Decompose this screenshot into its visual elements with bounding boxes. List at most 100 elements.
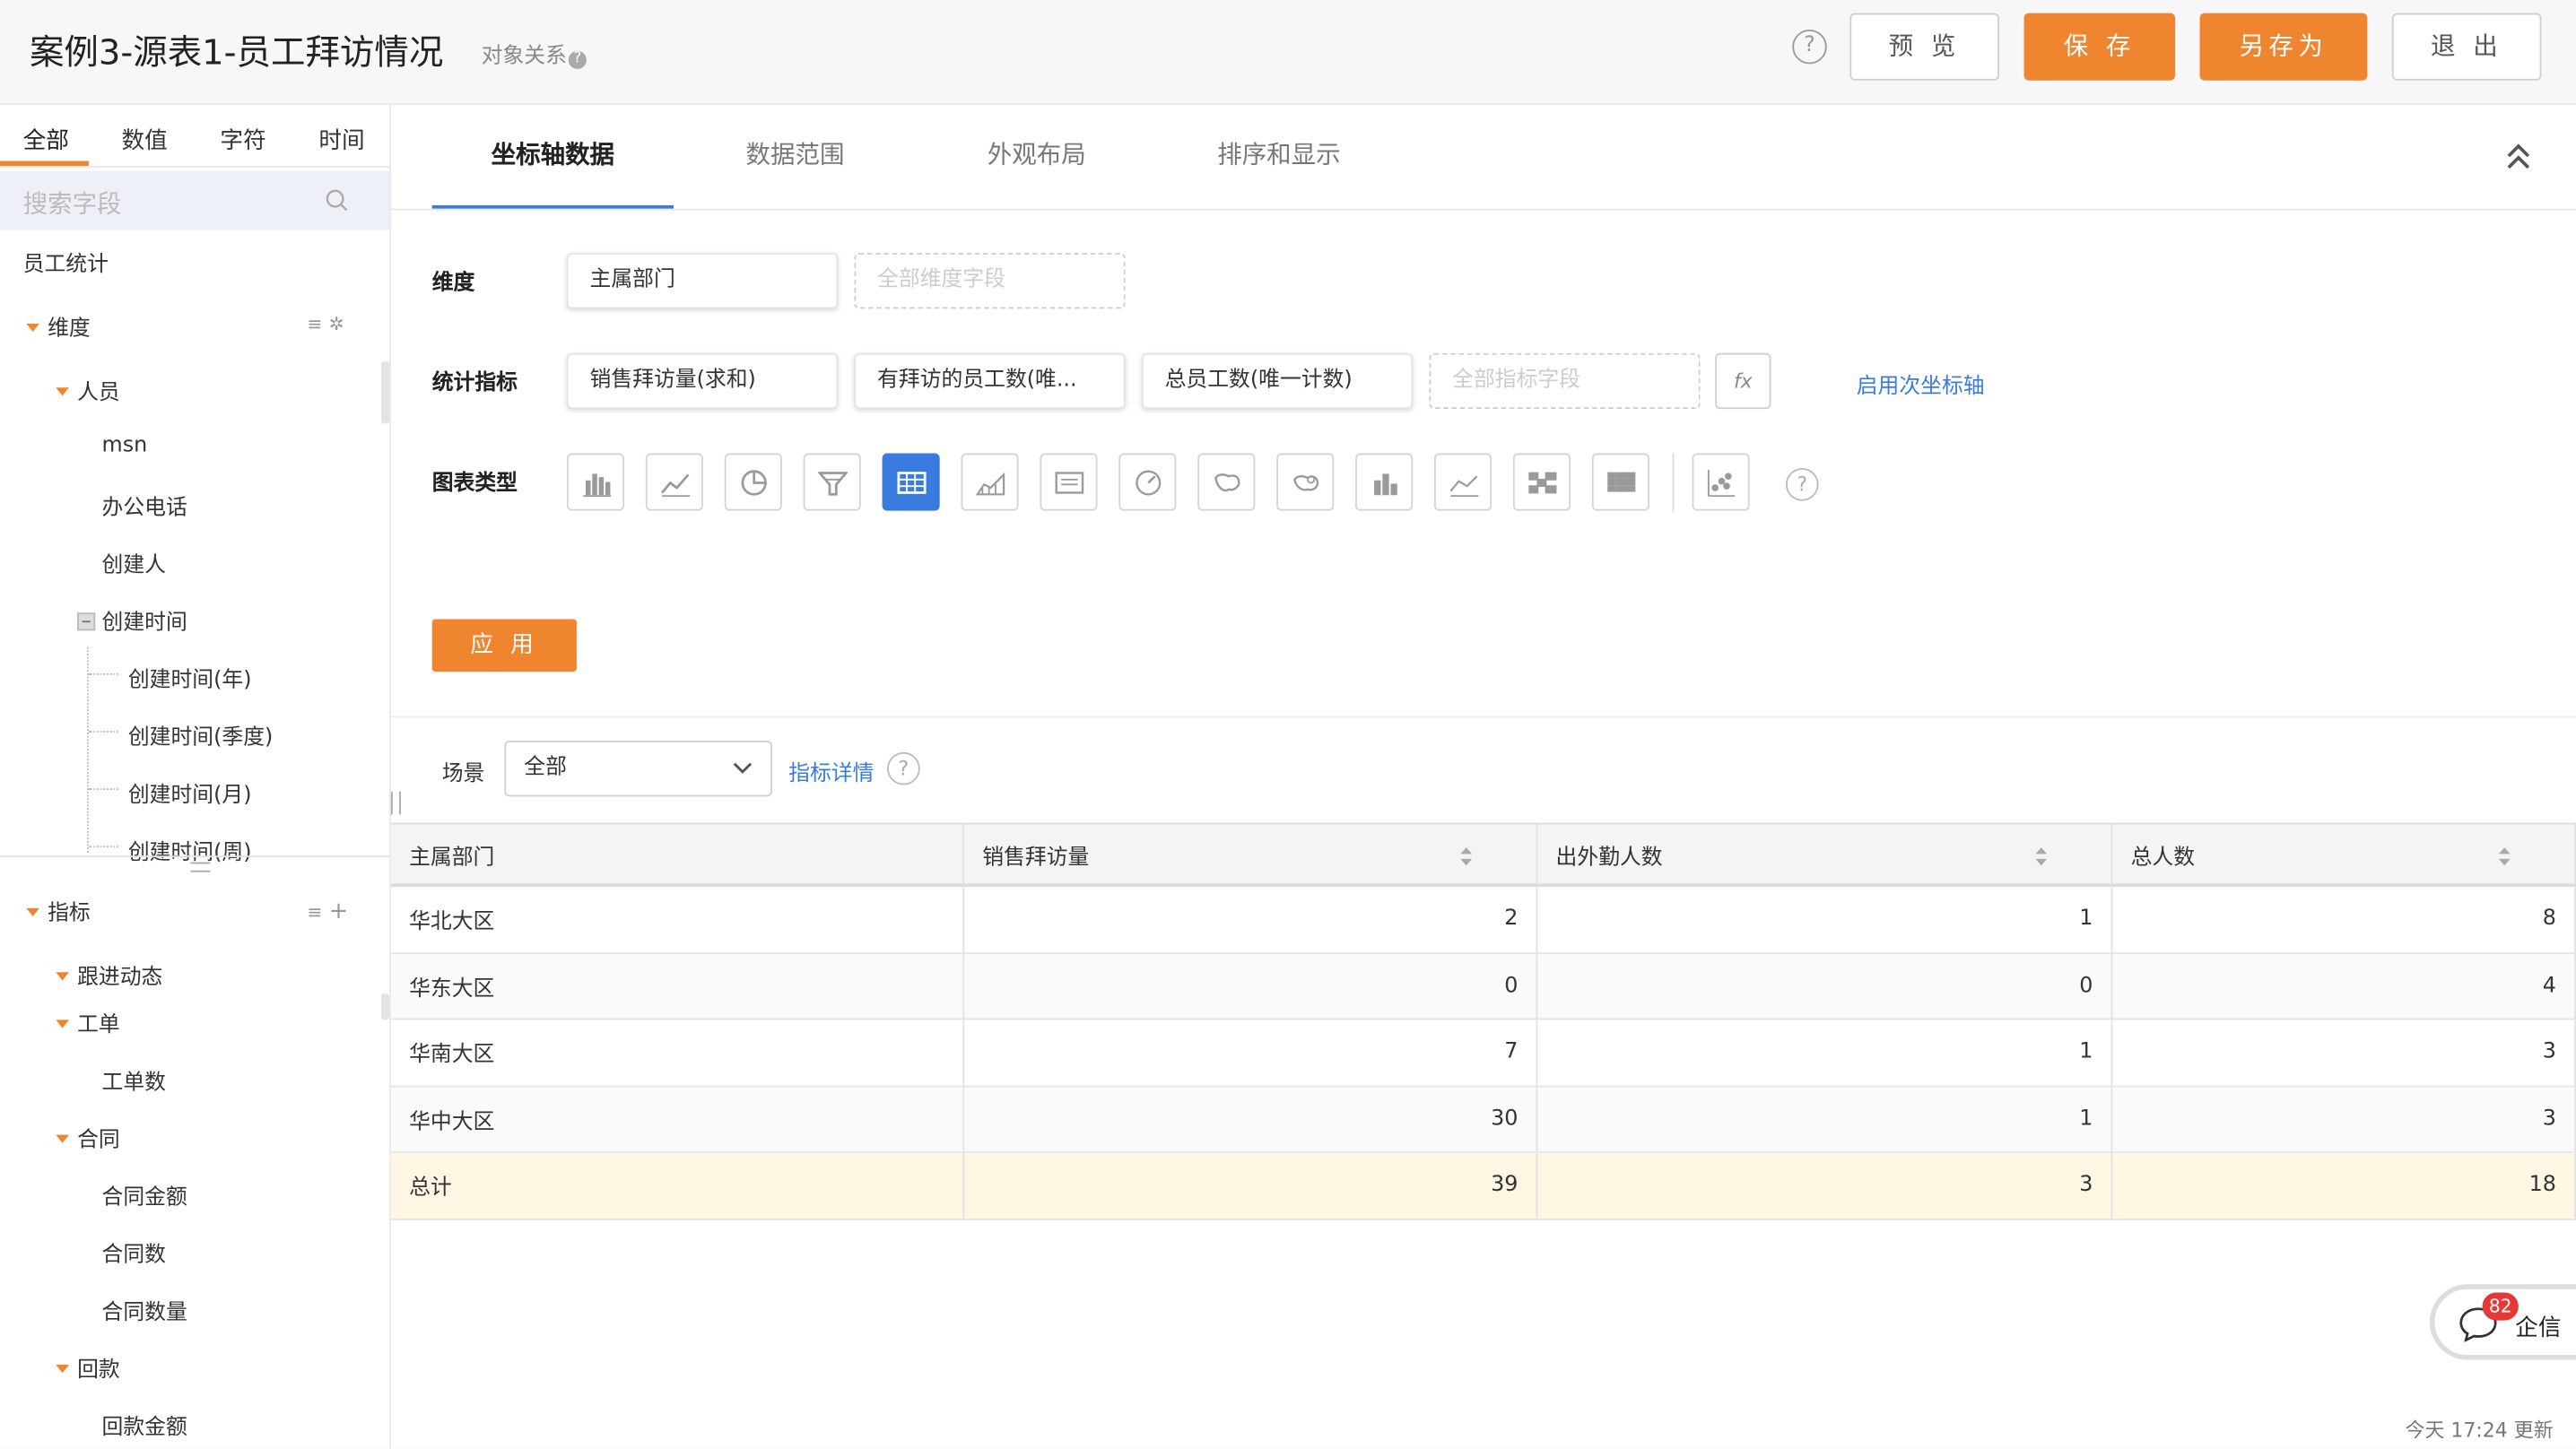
- tree-item[interactable]: 创建时间(季度): [128, 719, 273, 751]
- tree-group-dimension[interactable]: 维度: [26, 310, 91, 342]
- save-button[interactable]: 保 存: [2023, 13, 2176, 81]
- table-total-row: 总计 39 3 18: [390, 1152, 2576, 1219]
- tree-item[interactable]: 创建时间(月): [128, 777, 252, 808]
- tree-item[interactable]: 创建人: [102, 547, 166, 577]
- tree-group-contract[interactable]: 合同: [56, 1122, 120, 1153]
- sort-toggle-icon[interactable]: [2034, 846, 2049, 867]
- search-field-input[interactable]: 搜索字段: [0, 170, 390, 230]
- tree-group-created-time[interactable]: 创建时间: [77, 604, 187, 636]
- tree-item[interactable]: 合同数: [102, 1236, 166, 1268]
- metric-field-chip[interactable]: 总员工数(唯一计数): [1141, 352, 1414, 410]
- pivot-table-icon: [1607, 472, 1636, 492]
- tree-item[interactable]: 创建时间(周): [128, 834, 252, 865]
- chart-type-funnel-chart[interactable]: [803, 453, 861, 511]
- table-cell: 8: [2112, 887, 2576, 952]
- object-relation-link[interactable]: 对象关系?: [482, 38, 587, 69]
- chart-type-text-card[interactable]: [1040, 453, 1098, 511]
- preview-button[interactable]: 预 览: [1849, 13, 2000, 81]
- dimension-field-chip[interactable]: 主属部门: [566, 253, 839, 309]
- tree-item[interactable]: 回款金额: [102, 1410, 187, 1440]
- table-header-row: 主属部门 销售拜访量 出外勤人数 总人数: [390, 824, 2576, 888]
- tree-guide-line: [87, 646, 89, 853]
- tree-group-work-order[interactable]: 工单: [56, 1007, 120, 1038]
- metric-detail-link[interactable]: 指标详情: [788, 756, 874, 786]
- tree-item[interactable]: 工单数: [102, 1064, 166, 1095]
- sort-list-icon[interactable]: ≡: [308, 314, 329, 335]
- chart-type-help-icon[interactable]: ?: [1785, 468, 1819, 501]
- resize-handle[interactable]: [190, 862, 211, 872]
- scene-select[interactable]: 全部: [504, 741, 772, 797]
- tab-data-range[interactable]: 数据范围: [746, 136, 845, 170]
- chart-type-area-chart[interactable]: [961, 453, 1019, 511]
- tree-group-metric[interactable]: 指标: [26, 895, 91, 926]
- table-row: 华东大区 0 0 4: [390, 953, 2576, 1020]
- caret-down-icon: [56, 1134, 69, 1143]
- dimension-tools[interactable]: ≡✲: [308, 314, 351, 335]
- metric-drop-zone[interactable]: 全部指标字段: [1429, 352, 1701, 410]
- tab-axis-data[interactable]: 坐标轴数据: [492, 136, 614, 170]
- help-icon[interactable]: ?: [1792, 29, 1827, 65]
- formula-button[interactable]: fx: [1715, 352, 1771, 410]
- dual-line-icon: [1449, 475, 1479, 498]
- chart-type-heatmap[interactable]: [1512, 453, 1571, 511]
- chart-type-bar-chart[interactable]: [566, 453, 625, 511]
- chart-type-geo-map[interactable]: [1276, 453, 1335, 511]
- tab-appearance[interactable]: 外观布局: [988, 136, 1086, 170]
- tree-group-follow-up[interactable]: 跟进动态: [56, 959, 162, 990]
- caret-down-icon: [56, 1365, 69, 1374]
- scene-select-value: 全部: [524, 755, 567, 781]
- tree-item[interactable]: 办公电话: [102, 490, 187, 520]
- chart-type-table-chart[interactable]: [882, 453, 940, 511]
- metric-field-chip[interactable]: 销售拜访量(求和): [566, 352, 839, 410]
- collapse-up-icon[interactable]: [2505, 142, 2531, 171]
- tree-item[interactable]: 合同数量: [102, 1294, 187, 1325]
- tab-numeric[interactable]: 数值: [122, 123, 168, 156]
- column-header[interactable]: 出外勤人数: [1537, 824, 2113, 884]
- secondary-axis-link[interactable]: 启用次坐标轴: [1857, 368, 1985, 399]
- tab-string[interactable]: 字符: [220, 123, 265, 156]
- chart-type-label: 图表类型: [431, 471, 518, 497]
- apply-button[interactable]: 应 用: [431, 619, 577, 672]
- tree-group-payment[interactable]: 回款: [56, 1351, 120, 1383]
- metric-scrollbar[interactable]: [380, 993, 390, 1020]
- qixin-chat-widget[interactable]: 82 企信: [2429, 1284, 2576, 1360]
- table-row: 华北大区 2 1 8: [390, 887, 2576, 954]
- plus-icon[interactable]: +: [329, 898, 355, 924]
- dimension-drop-zone[interactable]: 全部维度字段: [854, 253, 1126, 309]
- chart-type-line-chart[interactable]: [645, 453, 703, 511]
- tree-item[interactable]: msn: [102, 434, 148, 458]
- tab-all[interactable]: 全部: [23, 123, 69, 156]
- dimension-scrollbar[interactable]: [380, 360, 390, 424]
- exit-button[interactable]: 退 出: [2391, 13, 2542, 81]
- sort-toggle-icon[interactable]: [2497, 846, 2511, 867]
- metric-field-chip[interactable]: 有拜访的员工数(唯...: [854, 352, 1126, 410]
- chart-type-scatter-chart[interactable]: [1692, 453, 1750, 511]
- resize-handle[interactable]: [390, 791, 401, 815]
- chart-type-gauge-chart[interactable]: [1118, 453, 1177, 511]
- metric-tools[interactable]: ≡+: [308, 898, 355, 924]
- sort-toggle-icon[interactable]: [1458, 846, 1473, 867]
- chart-type-pie-chart[interactable]: [724, 453, 782, 511]
- column-header[interactable]: 总人数: [2112, 824, 2576, 884]
- chart-type-stacked-bar[interactable]: [1355, 453, 1414, 511]
- tree-group-people[interactable]: 人员: [56, 375, 120, 405]
- chart-type-map-chart[interactable]: [1197, 453, 1256, 511]
- gear-icon[interactable]: ✲: [329, 314, 351, 335]
- collapse-icon[interactable]: [77, 612, 96, 631]
- active-tab-indicator: [431, 204, 674, 209]
- metric-detail-help-icon[interactable]: ?: [887, 751, 920, 785]
- tree-item[interactable]: 创建时间(年): [128, 662, 252, 692]
- save-as-button[interactable]: 另存为: [2199, 13, 2368, 81]
- column-header-label: 主属部门: [409, 845, 495, 870]
- sort-list-icon[interactable]: ≡: [308, 902, 329, 924]
- tab-time[interactable]: 时间: [318, 123, 364, 156]
- column-header[interactable]: 销售拜访量: [964, 824, 1538, 884]
- unread-badge: 82: [2482, 1292, 2519, 1321]
- chart-type-pivot-table[interactable]: [1591, 453, 1649, 511]
- text-card-icon: [1055, 472, 1084, 494]
- search-placeholder: 搜索字段: [22, 188, 122, 219]
- tab-sort-display[interactable]: 排序和显示: [1217, 136, 1340, 170]
- caret-down-icon: [26, 907, 39, 917]
- tree-item[interactable]: 合同金额: [102, 1179, 187, 1210]
- chart-type-dual-line[interactable]: [1433, 453, 1493, 511]
